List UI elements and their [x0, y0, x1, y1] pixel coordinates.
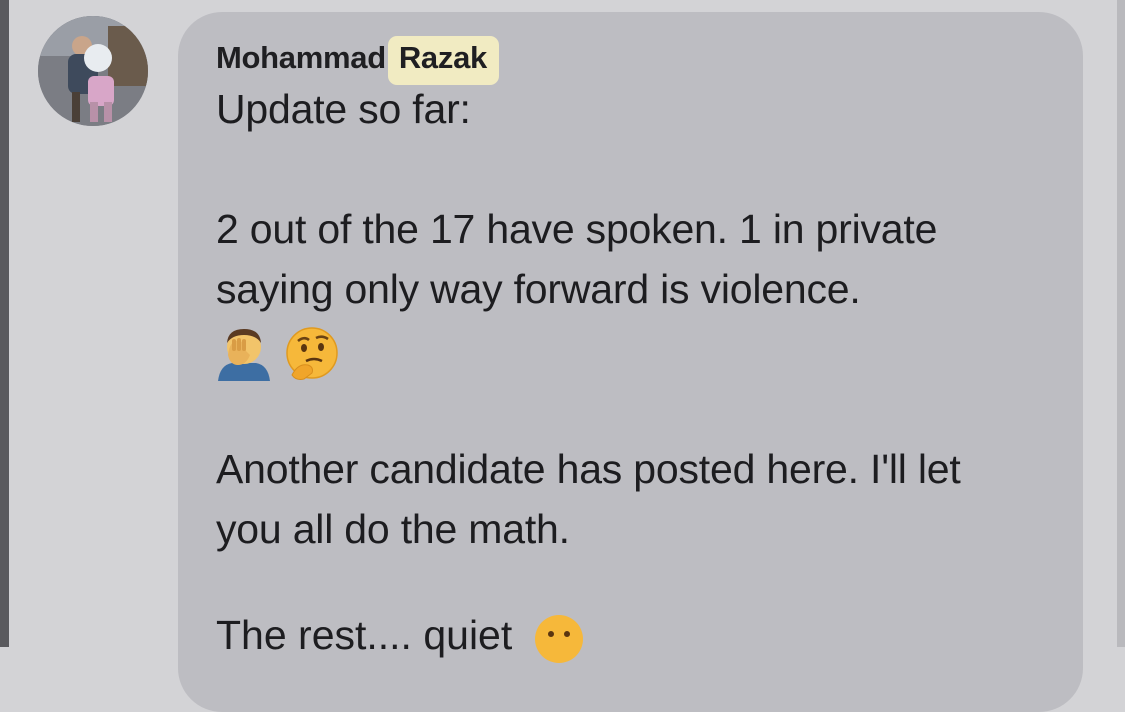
thinking-face-icon — [286, 327, 339, 380]
facepalm-icon — [218, 329, 270, 381]
right-scroll-edge — [1117, 0, 1125, 647]
comment-line-partial: The rest.... quiet — [216, 612, 586, 666]
comment-line: The rest.... quiet — [216, 612, 513, 658]
comment-author-name[interactable]: Mohammad Razak — [216, 36, 499, 85]
author-last-name-highlighted: Razak — [387, 36, 499, 85]
comment-line: 2 out of the 17 have spoken. 1 in privat… — [216, 206, 938, 252]
avatar-photo — [38, 16, 148, 126]
emoji-row — [216, 325, 348, 381]
comment-line: Another candidate has posted here. I'll … — [216, 446, 961, 492]
zipper-mouth-icon — [534, 615, 583, 663]
comment-line: you all do the math. — [216, 506, 570, 552]
left-border — [0, 0, 9, 647]
comment-line: Update so far: — [216, 86, 471, 132]
avatar[interactable] — [38, 16, 148, 126]
author-first-name: Mohammad — [216, 40, 386, 75]
comment-line: saying only way forward is violence. — [216, 266, 861, 312]
